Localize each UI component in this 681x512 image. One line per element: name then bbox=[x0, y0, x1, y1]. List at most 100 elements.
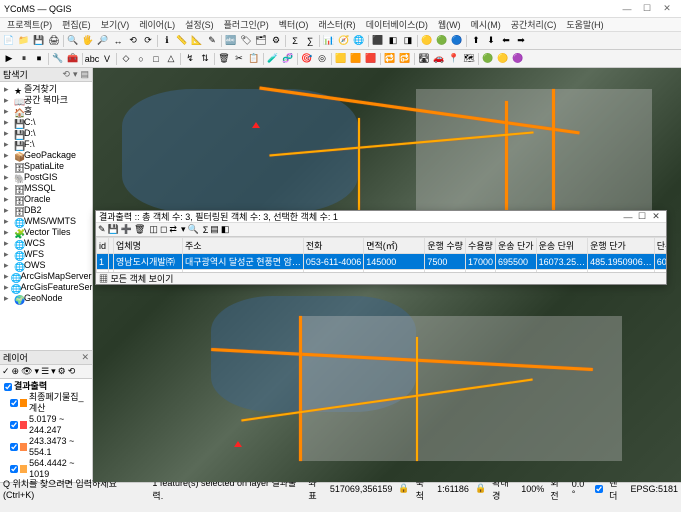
tb1-btn-23[interactable]: ∑ bbox=[303, 34, 317, 48]
tb2-btn-2[interactable]: ⏹ bbox=[32, 52, 46, 66]
browser-item-postgis[interactable]: ▸🐘PostGIS bbox=[2, 172, 90, 183]
tb2-btn-20[interactable]: 📋 bbox=[247, 52, 261, 66]
tb1-btn-17[interactable]: 🔤 bbox=[224, 34, 238, 48]
tb1-btn-31[interactable]: ◨ bbox=[401, 34, 415, 48]
browser-item-[interactable]: ▸★즐겨찾기 bbox=[2, 84, 90, 95]
tb1-btn-19[interactable]: 🗂 bbox=[254, 34, 268, 48]
tb2-btn-19[interactable]: ✂ bbox=[232, 52, 246, 66]
table-cell[interactable]: 145000 bbox=[364, 254, 425, 270]
layer-checkbox[interactable] bbox=[10, 399, 18, 407]
maximize-button[interactable]: ☐ bbox=[637, 3, 657, 14]
table-cell[interactable]: 17000 bbox=[465, 254, 495, 270]
tb2-btn-23[interactable]: 🧬 bbox=[281, 52, 295, 66]
tb1-btn-14[interactable]: 📐 bbox=[190, 34, 204, 48]
menu-p[interactable]: 프로젝트(P) bbox=[4, 18, 55, 31]
layers-tb-5[interactable]: ▾ bbox=[51, 366, 56, 377]
tb2-btn-35[interactable]: 🛣 bbox=[417, 52, 431, 66]
attr-minimize-button[interactable]: — bbox=[621, 212, 635, 222]
browser-item-arcgisfeatureserver[interactable]: ▸🌐ArcGisFeatureServer bbox=[2, 282, 90, 293]
tb1-btn-0[interactable]: 📄 bbox=[2, 34, 16, 48]
browser-item-wmswmts[interactable]: ▸🌐WMS/WMTS bbox=[2, 216, 90, 227]
attr-filter-icon[interactable]: ▾ bbox=[181, 224, 186, 235]
attr-form-icon[interactable]: ▤ bbox=[210, 224, 219, 235]
menu-m[interactable]: 메시(M) bbox=[468, 18, 504, 31]
attr-col-header[interactable]: 운행 수량 bbox=[425, 238, 466, 254]
tb2-btn-15[interactable]: ↯ bbox=[183, 52, 197, 66]
tb1-btn-40[interactable]: ➡ bbox=[514, 34, 528, 48]
tb2-btn-13[interactable]: △ bbox=[164, 52, 178, 66]
tb2-btn-12[interactable]: □ bbox=[149, 52, 163, 66]
browser-item-ows[interactable]: ▸🌐OWS bbox=[2, 260, 90, 271]
tb1-btn-15[interactable]: ✎ bbox=[205, 34, 219, 48]
tb1-btn-1[interactable]: 📁 bbox=[17, 34, 31, 48]
attr-select-icon[interactable]: ◫ bbox=[149, 224, 158, 235]
close-button[interactable]: ✕ bbox=[657, 3, 677, 14]
menu-e[interactable]: 편집(E) bbox=[59, 18, 94, 31]
layer-checkbox[interactable] bbox=[10, 443, 18, 451]
table-cell[interactable]: 영남도시개발㈜ bbox=[114, 254, 183, 270]
attribute-table-window[interactable]: 결과출력 :: 총 객체 수: 3, 필터링된 객체 수: 3, 선택한 객체 … bbox=[95, 210, 667, 285]
tb1-btn-30[interactable]: ◧ bbox=[386, 34, 400, 48]
attr-col-header[interactable]: 운송 단위 bbox=[536, 238, 588, 254]
attr-delete-icon[interactable]: 🗑 bbox=[134, 224, 145, 235]
tb1-btn-8[interactable]: ↔ bbox=[111, 34, 125, 48]
tb1-btn-18[interactable]: 🏷 bbox=[239, 34, 253, 48]
table-cell[interactable]: 485.1950906… bbox=[588, 254, 655, 270]
menu-c[interactable]: 공간처리(C) bbox=[508, 18, 560, 31]
layers-tb-6[interactable]: ⚙ bbox=[58, 366, 66, 377]
attr-add-icon[interactable]: ➕ bbox=[121, 224, 132, 235]
attr-deselect-icon[interactable]: ◻ bbox=[160, 224, 167, 235]
browser-item-vectortiles[interactable]: ▸🧩Vector Tiles bbox=[2, 227, 90, 238]
show-all-features-button[interactable]: ▦ 모든 객체 보이기 bbox=[99, 272, 173, 285]
attr-invert-icon[interactable]: ⇄ bbox=[169, 224, 177, 235]
layer-root-label[interactable]: 결과출력 bbox=[14, 381, 47, 392]
tb1-btn-3[interactable]: 🖨 bbox=[47, 34, 61, 48]
tb1-btn-10[interactable]: ⟳ bbox=[141, 34, 155, 48]
tb2-btn-18[interactable]: 🗑 bbox=[217, 52, 231, 66]
layers-tb-3[interactable]: ▾ bbox=[35, 366, 40, 377]
status-epsg[interactable]: EPSG:5181 bbox=[631, 484, 679, 494]
tb2-btn-33[interactable]: 🔂 bbox=[398, 52, 412, 66]
table-cell[interactable]: 053-611-4006 bbox=[303, 254, 363, 270]
tb2-btn-32[interactable]: 🔁 bbox=[383, 52, 397, 66]
attr-col-header[interactable]: 운행 단가 bbox=[588, 238, 655, 254]
browser-refresh-icon[interactable]: ⟲ bbox=[62, 69, 70, 80]
attr-col-header[interactable]: 운송 단가 bbox=[495, 238, 536, 254]
tb2-btn-29[interactable]: 🟧 bbox=[349, 52, 363, 66]
layers-tb-2[interactable]: 👁 bbox=[21, 366, 32, 377]
attr-dock-icon[interactable]: ◧ bbox=[221, 224, 230, 235]
tb2-btn-16[interactable]: ⇅ bbox=[198, 52, 212, 66]
browser-item-geonode[interactable]: ▸🌍GeoNode bbox=[2, 293, 90, 304]
tb2-btn-36[interactable]: 🚗 bbox=[432, 52, 446, 66]
tb2-btn-22[interactable]: 🧪 bbox=[266, 52, 280, 66]
layer-root-checkbox[interactable] bbox=[4, 383, 12, 391]
browser-item-mssql[interactable]: ▸🗄MSSQL bbox=[2, 183, 90, 194]
tb2-btn-8[interactable]: V bbox=[100, 52, 114, 66]
attr-col-header[interactable]: 업체명 bbox=[114, 238, 183, 254]
tb1-btn-39[interactable]: ⬅ bbox=[499, 34, 513, 48]
menu-h[interactable]: 도움말(H) bbox=[563, 18, 606, 31]
layer-item[interactable]: 최종폐기물집_계산 bbox=[2, 392, 90, 414]
attr-maximize-button[interactable]: ☐ bbox=[635, 211, 649, 222]
tb2-btn-28[interactable]: 🟨 bbox=[334, 52, 348, 66]
layer-checkbox[interactable] bbox=[10, 421, 18, 429]
attr-col-header[interactable]: 단위량 bbox=[654, 238, 666, 254]
attribute-table-grid[interactable]: id업체명주소전화면적(㎡)운행 수량수용량운송 단가운송 단위운행 단가단위량… bbox=[96, 237, 666, 272]
attr-col-header[interactable]: 전화 bbox=[303, 238, 363, 254]
table-cell[interactable]: 대구광역시 달성군 현풍면 암… bbox=[182, 254, 303, 270]
tb1-btn-25[interactable]: 📊 bbox=[322, 34, 336, 48]
menu-l[interactable]: 레이어(L) bbox=[136, 18, 178, 31]
browser-tree[interactable]: ▸★즐겨찾기▸📖공간 북마크▸🏠홈▸💾C:\▸💾D:\▸💾F:\▸📦GeoPac… bbox=[0, 82, 92, 350]
attr-close-button[interactable]: ✕ bbox=[649, 211, 663, 222]
attr-edit-icon[interactable]: ✎ bbox=[98, 224, 106, 235]
tb2-btn-11[interactable]: ○ bbox=[134, 52, 148, 66]
attr-col-header[interactable]: 면적(㎡) bbox=[364, 238, 425, 254]
tb1-btn-7[interactable]: 🔎 bbox=[96, 34, 110, 48]
layer-item[interactable]: 243.3473 ~ 554.1 bbox=[2, 436, 90, 458]
tb1-btn-12[interactable]: ℹ bbox=[160, 34, 174, 48]
tb2-btn-7[interactable]: abc bbox=[85, 52, 99, 66]
attribute-table-footer[interactable]: ▦ 모든 객체 보이기 bbox=[96, 272, 666, 284]
layers-tb-7[interactable]: ⟲ bbox=[68, 366, 76, 377]
tb1-btn-37[interactable]: ⬆ bbox=[469, 34, 483, 48]
tb1-btn-2[interactable]: 💾 bbox=[32, 34, 46, 48]
